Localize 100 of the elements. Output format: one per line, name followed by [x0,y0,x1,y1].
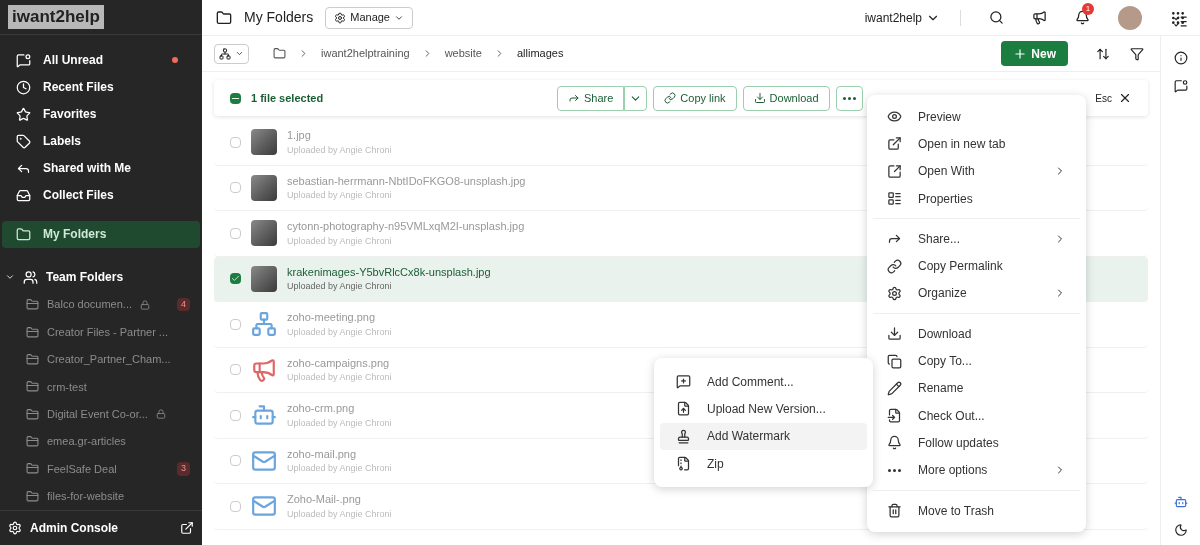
team-folder-item[interactable]: emea.gr-articles [0,427,202,456]
more-button[interactable] [835,85,863,111]
sidebar-item[interactable]: Collect Files [2,181,200,209]
folder-icon [26,298,39,312]
checkbox[interactable] [230,409,241,421]
menu-item[interactable]: Properties [873,184,1080,213]
sidebar-item[interactable]: Labels [2,127,200,155]
tag-icon [16,133,31,149]
arrow-box-icon [887,163,902,179]
file-name[interactable]: krakenimages-Y5bvRlcCx8k-unsplash.jpg [287,263,491,281]
sidebar-item[interactable]: My Folders [2,220,200,248]
megaphone-icon[interactable] [1032,10,1047,25]
file-arrow-icon [887,408,902,424]
menu-item[interactable]: Open in new tab [873,130,1080,158]
info-icon[interactable] [1173,51,1188,65]
sidebar-item[interactable]: Recent Files [2,73,200,101]
plus-icon [1013,46,1028,61]
moon-icon[interactable] [1173,523,1188,537]
menu-item[interactable]: Rename [873,374,1080,402]
sort-icon[interactable] [1096,46,1110,61]
zip-icon [676,456,691,472]
menu-item[interactable]: Share... [873,225,1080,253]
manage-button[interactable]: Manage [325,6,413,29]
gear-icon [887,285,902,301]
bell-icon[interactable] [1075,10,1090,25]
uploader-text: Uploaded by Angie Chroni [287,462,392,476]
menu-item[interactable]: Check Out... [873,401,1080,430]
folder-icon [216,9,232,26]
chat-icon[interactable] [1173,79,1188,93]
check-icon [231,274,240,284]
checkbox[interactable] [230,273,241,285]
photo-placeholder [251,220,277,247]
team-folder-item[interactable]: crm-test [0,373,202,401]
selection-count: 1 file selected [251,90,325,106]
team-folder-item[interactable]: FeelSafe Deal 3 [0,455,202,483]
menu-item[interactable]: More options [873,456,1080,484]
breadcrumb-link[interactable]: allimages [516,45,564,62]
sidebar-item[interactable]: Favorites [2,100,200,128]
folder-icon [26,407,39,421]
assistant-icon[interactable] [1173,495,1188,509]
menu-item[interactable]: Move to Trash [873,496,1080,525]
menu-item[interactable]: Zip [660,449,867,478]
share-arrow-icon [568,92,580,104]
close-icon[interactable] [1118,91,1132,105]
caret-icon [235,49,244,58]
checkbox[interactable] [230,500,241,512]
sidebar-item[interactable]: Shared with Me [2,154,200,182]
menu-item[interactable]: Add Comment... [660,368,867,396]
copy-link-button[interactable]: Copy link [653,85,737,111]
ellipsis-icon [887,468,902,472]
star-icon [16,106,31,122]
unread-icon [16,52,31,68]
checkbox[interactable] [230,318,241,330]
admin-console-link[interactable]: Admin Console [0,510,202,545]
team-folder-item[interactable]: Creator Files - Partner ... [0,318,202,346]
checkbox[interactable] [230,182,241,194]
uploader-text: Uploaded by Angie Chroni [287,416,392,430]
new-button[interactable]: New [1001,41,1068,66]
menu-item[interactable]: Copy To... [873,347,1080,375]
checkbox[interactable] [230,227,241,239]
team-folder-item[interactable]: Digital Event Co-or... [0,400,202,428]
account-switcher[interactable]: iwant2help [864,8,940,27]
team-folder-item[interactable]: Creator_Partner_Cham... [0,345,202,374]
avatar[interactable] [1118,5,1142,30]
team-folder-icon [23,269,38,285]
menu-item[interactable]: Download [873,320,1080,348]
stamp-icon [676,428,691,444]
search-icon[interactable] [989,10,1004,25]
share-button[interactable]: Share [557,85,625,111]
breadcrumb-link[interactable]: iwant2helptraining [321,45,410,62]
breadcrumb-link[interactable]: website [444,45,482,62]
uploader-text: Uploaded by Angie Chroni [287,143,392,157]
folder-icon [26,462,39,476]
pencil-icon [887,380,902,396]
team-folder-item[interactable]: files-for-website [0,482,202,511]
folder-icon[interactable] [273,47,286,60]
list-view-icon[interactable] [1173,14,1188,29]
apps-grid-icon[interactable] [1170,9,1186,26]
uploader-text: Uploaded by Angie Chroni [287,507,392,521]
menu-item[interactable]: Add Watermark [660,422,867,450]
checkbox[interactable] [230,136,241,148]
partial-checkbox-icon[interactable] [230,92,241,104]
download-button[interactable]: Download [742,85,830,111]
menu-item[interactable]: Follow updates [873,429,1080,457]
filter-icon[interactable] [1130,46,1144,61]
team-folder-item[interactable]: Balco documen... 4 [0,290,202,319]
share-options-button[interactable] [624,85,648,111]
sidebar-item[interactable]: Team Folders [0,263,202,291]
uploader-text: Uploaded by Angie Chroni [287,325,392,339]
tree-view-button[interactable] [214,43,249,64]
photo-placeholder [251,129,277,156]
clock-icon [16,79,31,95]
checkbox[interactable] [230,455,241,467]
brand-logo[interactable]: iwant2help [8,4,104,29]
menu-item[interactable]: Upload New Version... [660,395,867,423]
link-icon [664,92,677,104]
checkbox[interactable] [230,364,241,376]
photo-placeholder [251,265,277,292]
sidebar-item[interactable]: All Unread [2,46,200,74]
notification-badge: 1 [1082,3,1094,15]
